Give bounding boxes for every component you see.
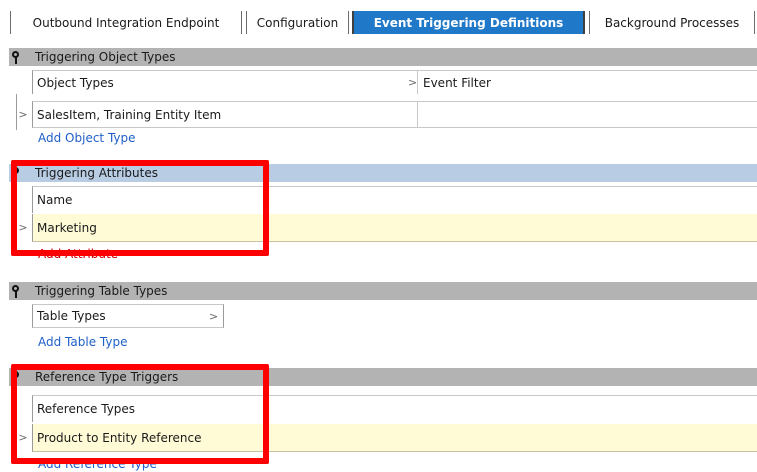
column-header-reference-types[interactable]: Reference Types <box>33 402 135 416</box>
section-header-reference-type-triggers[interactable]: Reference Type Triggers <box>9 368 757 386</box>
pin-icon[interactable] <box>9 164 25 182</box>
object-types-header-row: Object Types > Event Filter <box>32 70 757 94</box>
reference-types-header-row: Reference Types <box>32 395 757 422</box>
table-types-header-row: Table Types > <box>32 304 224 328</box>
table-row[interactable]: > Marketing <box>18 214 757 242</box>
expand-arrow-icon[interactable]: > <box>17 108 29 121</box>
tab-background-processes[interactable]: Background Processes <box>589 11 755 34</box>
column-header-name[interactable]: Name <box>33 193 72 207</box>
section-title: Triggering Attributes <box>35 166 158 180</box>
sort-chevron-icon[interactable]: > <box>209 310 218 323</box>
column-header-object-types[interactable]: Object Types <box>33 76 400 90</box>
attribute-name-cell[interactable]: Marketing <box>33 221 97 235</box>
expand-arrow-icon[interactable]: > <box>17 221 29 234</box>
add-table-type-link[interactable]: Add Table Type <box>38 335 127 349</box>
object-types-cell[interactable]: SalesItem, Training Entity Item <box>33 108 221 122</box>
add-attribute-link[interactable]: Add Attribute <box>38 247 118 261</box>
expand-arrow-icon[interactable]: > <box>17 431 29 444</box>
table-row[interactable]: > SalesItem, Training Entity Item <box>18 101 757 128</box>
reference-type-cell[interactable]: Product to Entity Reference <box>33 431 202 445</box>
section-header-triggering-object-types[interactable]: Triggering Object Types <box>9 48 757 66</box>
section-title: Triggering Object Types <box>35 50 176 64</box>
tab-outbound-integration-endpoint[interactable]: Outbound Integration Endpoint <box>10 11 242 34</box>
column-header-event-filter[interactable]: Event Filter <box>419 76 491 90</box>
section-header-triggering-attributes[interactable]: Triggering Attributes <box>9 164 757 182</box>
section-header-triggering-table-types[interactable]: Triggering Table Types <box>9 282 757 300</box>
add-object-type-link[interactable]: Add Object Type <box>38 131 136 145</box>
attributes-header-row: Name <box>32 186 757 213</box>
table-row[interactable]: > Product to Entity Reference <box>18 424 757 452</box>
tab-configuration[interactable]: Configuration <box>246 11 349 34</box>
tab-event-triggering-definitions[interactable]: Event Triggering Definitions <box>352 11 585 34</box>
section-title: Triggering Table Types <box>35 284 168 298</box>
add-reference-type-link[interactable]: Add Reference Type <box>38 457 157 471</box>
pin-icon[interactable] <box>9 282 25 300</box>
pin-icon[interactable] <box>9 368 25 386</box>
column-header-table-types[interactable]: Table Types <box>33 309 106 323</box>
sort-chevron-icon[interactable]: > <box>408 76 417 89</box>
section-title: Reference Type Triggers <box>35 370 179 384</box>
pin-icon[interactable] <box>9 48 25 66</box>
